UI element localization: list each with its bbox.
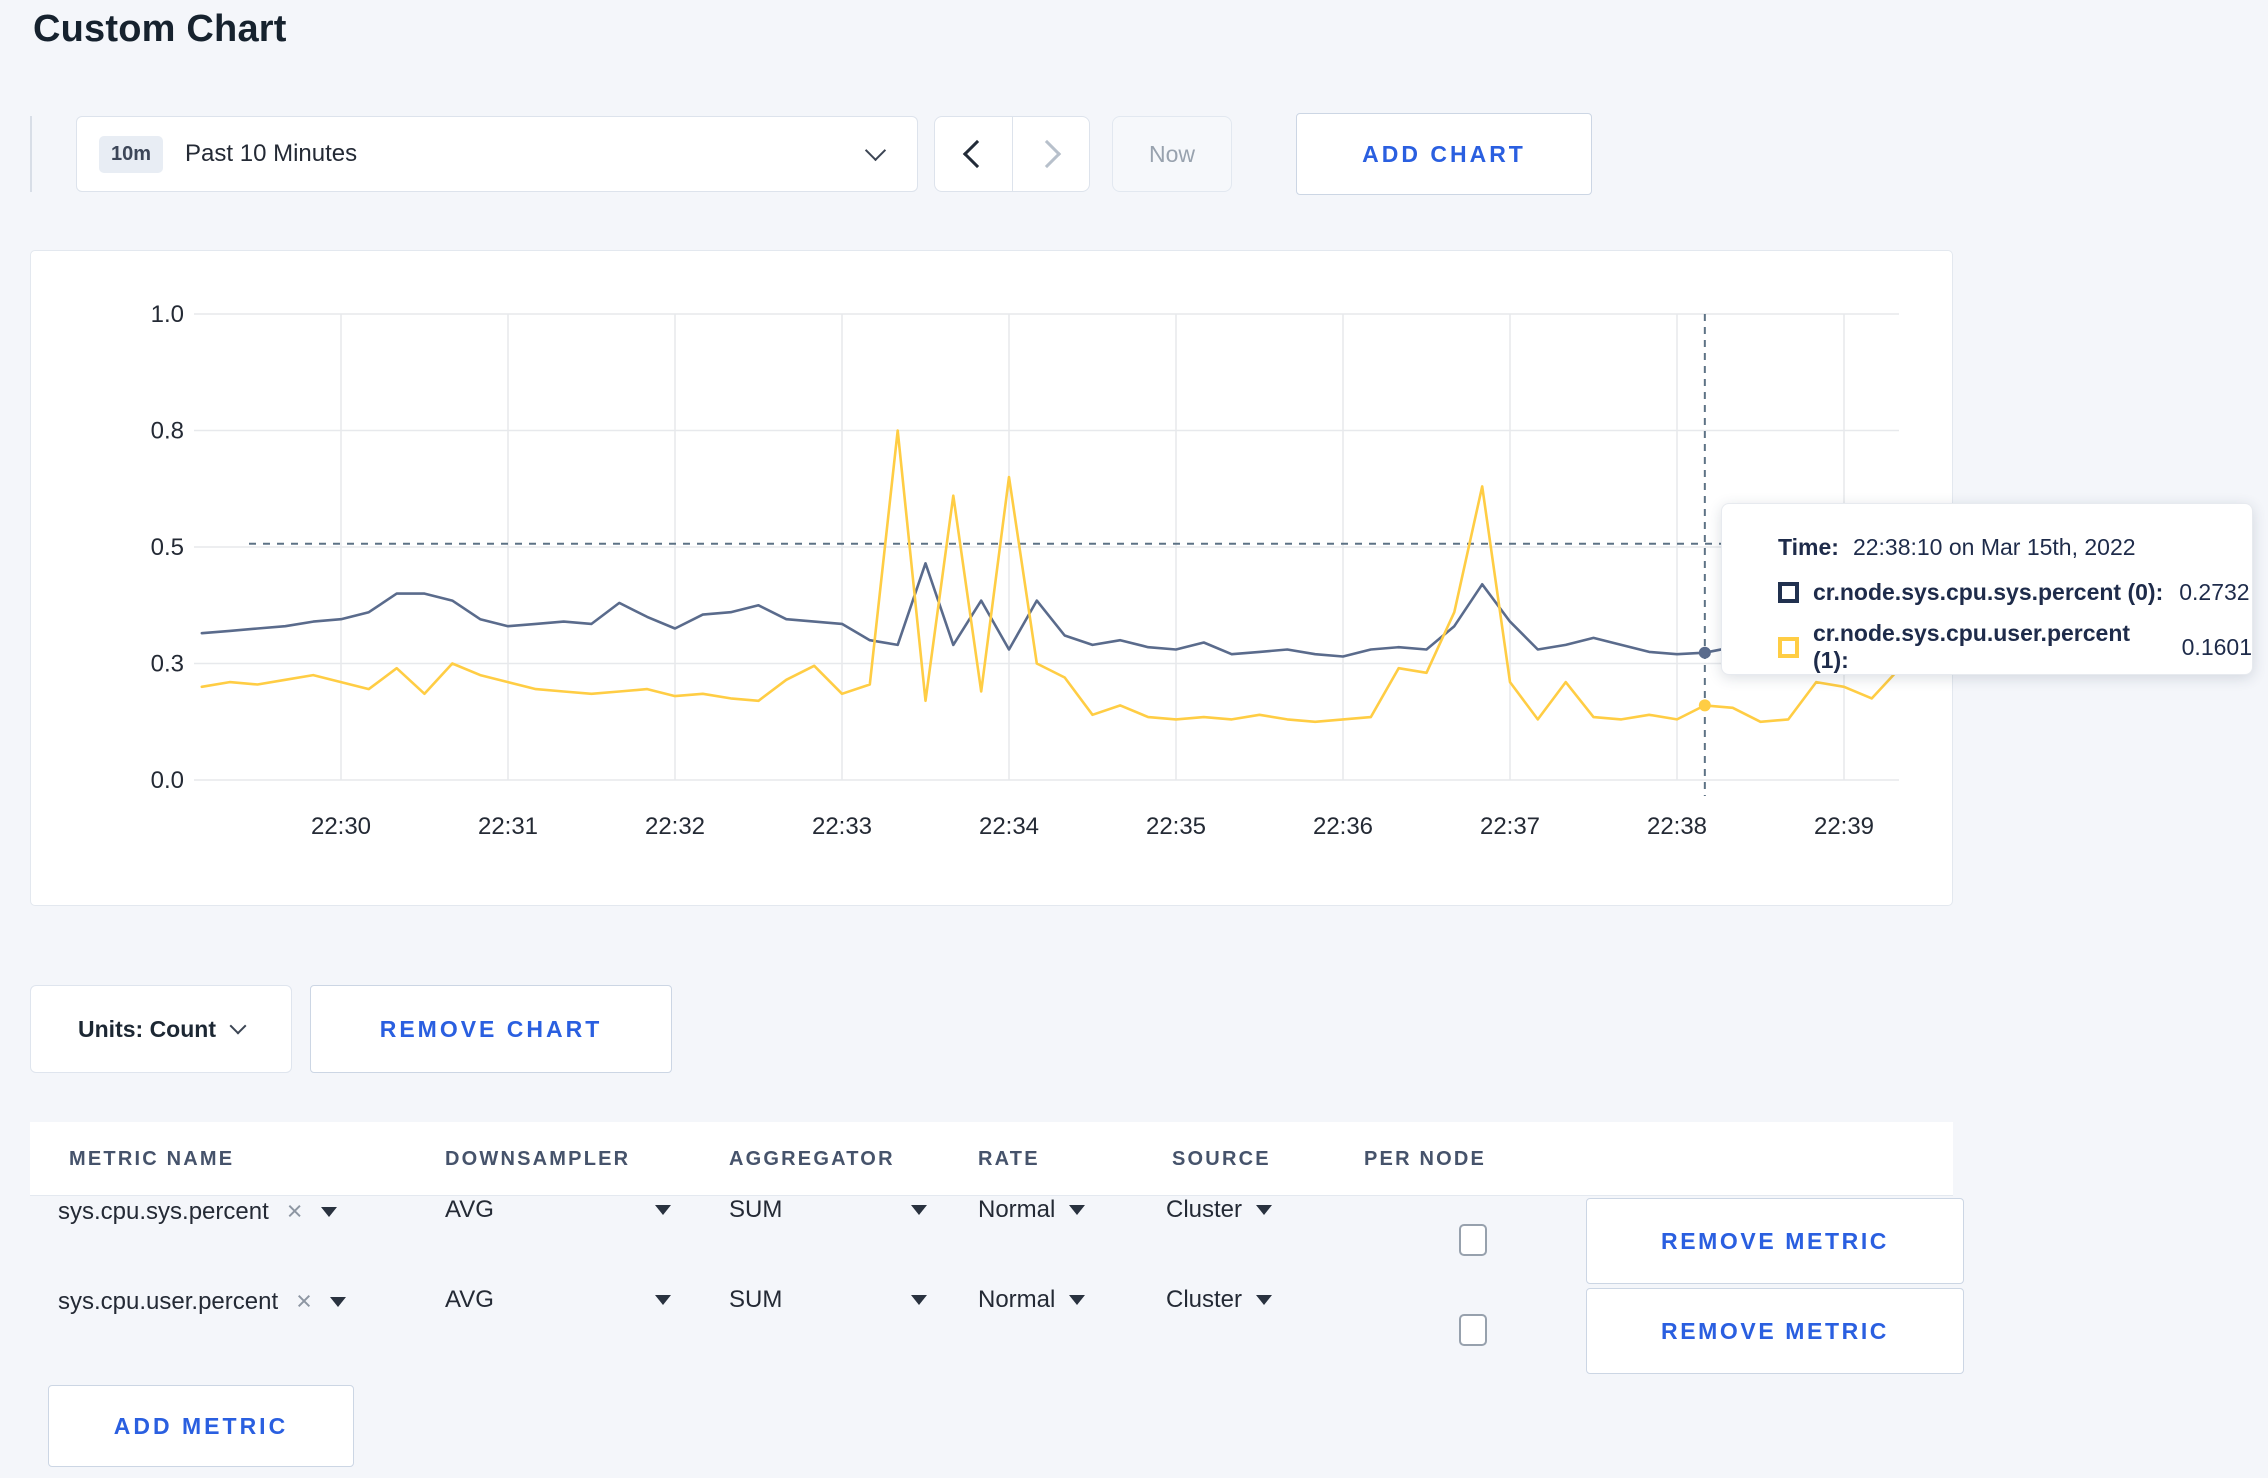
rate-select[interactable]: Normal [978,1196,1086,1224]
remove-metric-button[interactable]: REMOVE METRIC [1586,1198,1964,1284]
caret-down-icon [655,1205,671,1215]
caret-down-icon [1256,1295,1273,1305]
custom-chart-page: Custom Chart 10m Past 10 Minutes Now ADD… [0,0,2268,1478]
caret-down-icon [911,1205,927,1215]
svg-text:0.3: 0.3 [151,651,184,678]
svg-text:1.0: 1.0 [151,301,184,328]
aggregator-value: SUM [729,1196,783,1223]
col-header-per-node: PER NODE [1364,1148,1487,1170]
svg-text:22:30: 22:30 [311,813,371,840]
svg-text:0.0: 0.0 [151,767,184,794]
remove-chart-button[interactable]: REMOVE CHART [310,985,672,1073]
tooltip-series-label: cr.node.sys.cpu.sys.percent (0): [1813,579,2164,605]
svg-text:22:39: 22:39 [1814,813,1874,840]
svg-text:22:31: 22:31 [478,813,538,840]
toolbar-divider [30,116,32,192]
col-header-downsampler: DOWNSAMPLER [445,1148,631,1170]
next-time-button[interactable] [1011,117,1090,191]
aggregator-select[interactable]: SUM [729,1196,927,1224]
rate-value: Normal [978,1286,1056,1313]
chevron-down-icon [229,1017,247,1035]
downsampler-value: AVG [445,1286,494,1313]
caret-down-icon [320,1206,337,1217]
col-header-source: SOURCE [1172,1148,1271,1170]
chevron-left-icon [963,139,992,169]
chevron-right-icon [1032,139,1061,169]
tooltip-series-value: 0.1601 [2181,633,2252,660]
caret-down-icon [655,1295,671,1305]
tooltip-time-value: 22:38:10 on Mar 15th, 2022 [1852,534,2136,560]
clear-metric-icon[interactable]: × [296,1286,312,1317]
svg-text:22:34: 22:34 [979,813,1039,840]
caret-down-icon [911,1295,927,1305]
downsampler-value: AVG [445,1196,494,1223]
svg-text:0.8: 0.8 [151,418,184,445]
tooltip-time-row: Time: 22:38:10 on Mar 15th, 2022 [1778,534,2252,561]
caret-down-icon [329,1296,346,1307]
tooltip-series-row: cr.node.sys.cpu.sys.percent (0): 0.2732 [1778,579,2252,606]
source-select[interactable]: Cluster [1166,1196,1273,1224]
rate-value: Normal [978,1196,1056,1223]
series-swatch-user [1778,636,1799,658]
add-chart-button[interactable]: ADD CHART [1296,113,1592,195]
metric-name-value: sys.cpu.user.percent [58,1287,279,1315]
caret-down-icon [1256,1205,1273,1215]
downsampler-select[interactable]: AVG [445,1286,671,1314]
svg-text:22:38: 22:38 [1647,813,1707,840]
svg-text:0.5: 0.5 [151,534,184,561]
per-node-checkbox[interactable] [1459,1224,1487,1256]
metrics-table-header: METRIC NAME DOWNSAMPLER AGGREGATOR RATE … [30,1122,1953,1196]
rate-select[interactable]: Normal [978,1286,1086,1314]
col-header-aggregator: AGGREGATOR [729,1148,895,1170]
chart-panel: 0.0 0.3 0.5 0.8 1.0 22:30 22:31 22:32 22:33 22:34… [30,250,1953,906]
prev-time-button[interactable] [935,117,1012,191]
svg-text:22:35: 22:35 [1146,813,1206,840]
tooltip-time-label: Time: [1778,534,1839,560]
per-node-checkbox[interactable] [1459,1314,1487,1346]
page-title: Custom Chart [33,8,287,50]
tooltip-series-value: 0.2732 [2179,579,2250,605]
now-button[interactable]: Now [1112,116,1232,192]
time-range-select[interactable]: 10m Past 10 Minutes [76,116,918,192]
svg-text:22:32: 22:32 [645,813,705,840]
source-value: Cluster [1166,1196,1243,1223]
metric-name-select[interactable]: sys.cpu.user.percent × [58,1286,346,1317]
chart-hover-tooltip: Time: 22:38:10 on Mar 15th, 2022 cr.node.… [1721,503,2253,675]
aggregator-value: SUM [729,1286,783,1313]
source-select[interactable]: Cluster [1166,1286,1273,1314]
caret-down-icon [1069,1205,1086,1215]
remove-metric-button[interactable]: REMOVE METRIC [1586,1288,1964,1374]
source-value: Cluster [1166,1286,1243,1313]
downsampler-select[interactable]: AVG [445,1196,671,1224]
time-range-badge: 10m [99,135,164,173]
metric-name-select[interactable]: sys.cpu.sys.percent × [58,1196,337,1227]
time-range-label: Past 10 Minutes [185,140,358,167]
metric-row-1: sys.cpu.sys.percent × AVG SUM Normal Clu… [30,1196,1964,1286]
col-header-metric-name: METRIC NAME [69,1148,235,1170]
svg-text:22:36: 22:36 [1313,813,1373,840]
time-nav-arrows [934,116,1090,192]
col-header-rate: RATE [978,1148,1040,1170]
metric-name-value: sys.cpu.sys.percent [58,1197,269,1225]
clear-metric-icon[interactable]: × [287,1196,303,1227]
aggregator-select[interactable]: SUM [729,1286,927,1314]
add-metric-button[interactable]: ADD METRIC [48,1385,354,1467]
svg-text:22:33: 22:33 [812,813,872,840]
chevron-down-icon [864,139,887,162]
caret-down-icon [1069,1295,1086,1305]
units-label: Units: Count [78,1015,216,1042]
series-swatch-sys [1778,582,1799,603]
timeseries-chart[interactable]: 0.0 0.3 0.5 0.8 1.0 22:30 22:31 22:32 22:33 22:34… [31,251,1954,907]
tooltip-series-label: cr.node.sys.cpu.user.percent (1): [1813,620,2131,673]
units-select[interactable]: Units: Count [30,985,292,1073]
svg-text:22:37: 22:37 [1480,813,1540,840]
metric-row-2: sys.cpu.user.percent × AVG SUM Normal Cl… [30,1286,1964,1376]
tooltip-series-row: cr.node.sys.cpu.user.percent (1): 0.1601 [1778,620,2252,674]
